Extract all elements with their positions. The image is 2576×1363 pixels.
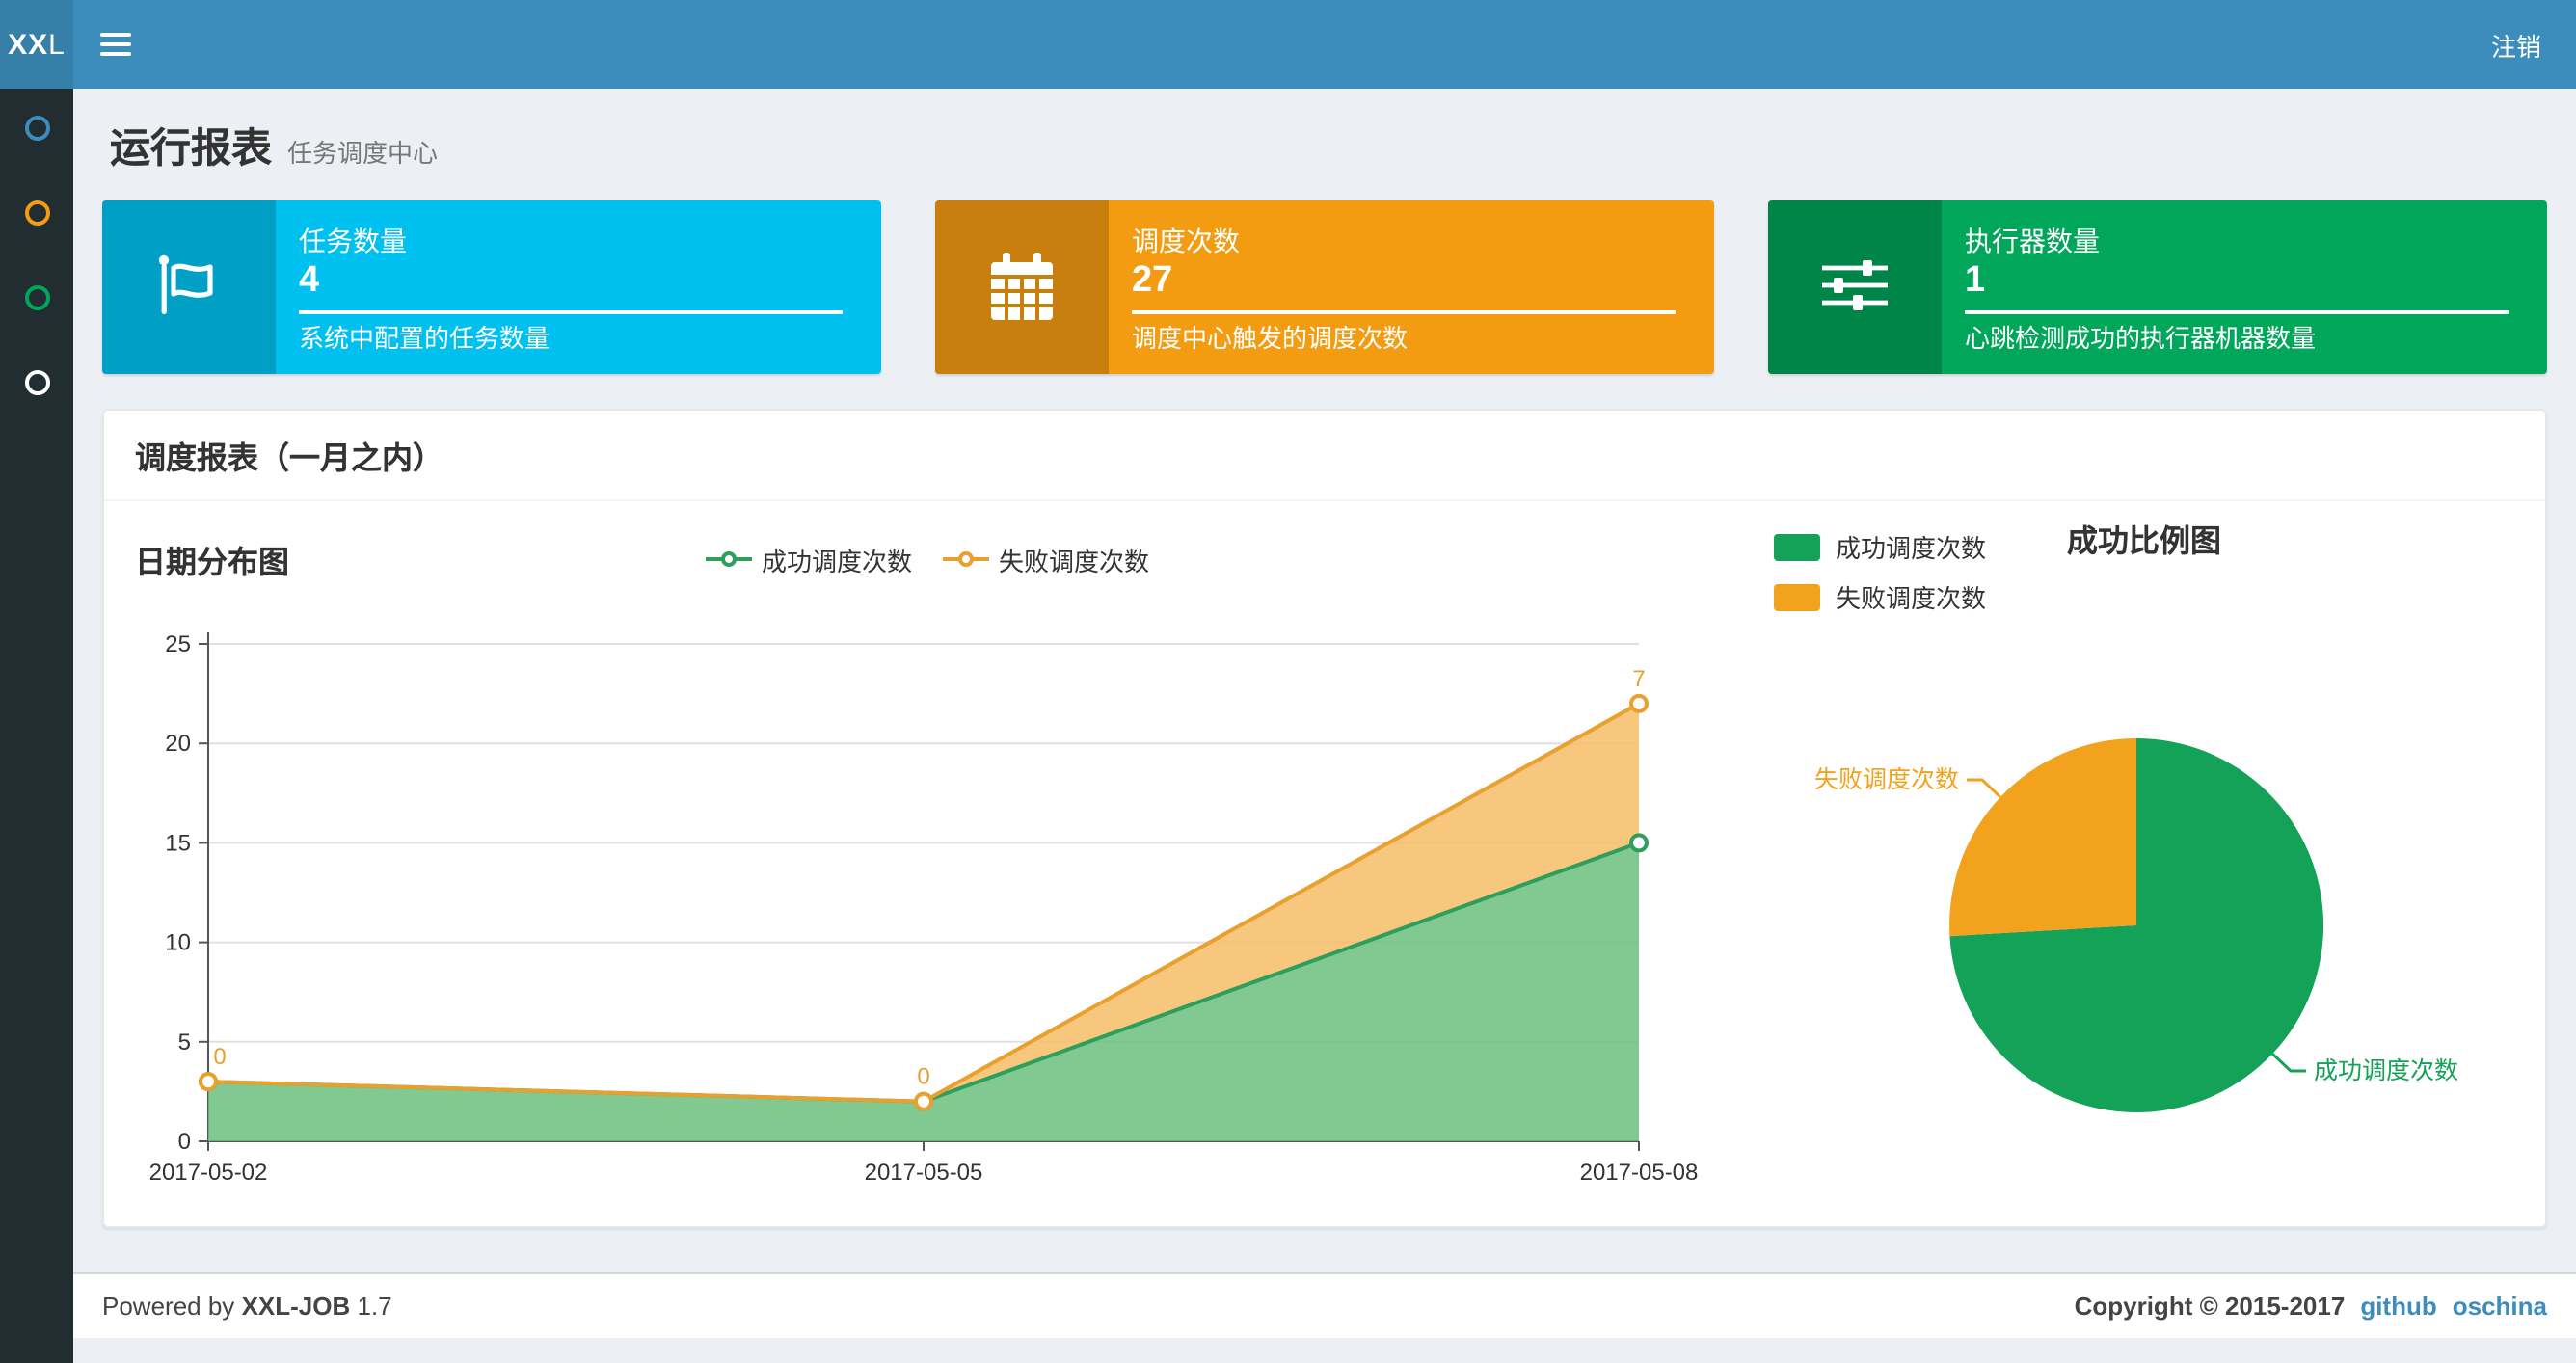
powered-by-text: Powered by XXL-JOB 1.7: [102, 1292, 392, 1321]
info-box-content: 调度次数 27 调度中心触发的调度次数: [1109, 200, 1714, 374]
date-distribution-chart[interactable]: 05101520252017-05-02 2017-05-05 2017-05-08…: [120, 594, 1720, 1191]
hamburger-icon: [100, 33, 131, 56]
info-box-content: 执行器数量 1 心跳检测成功的执行器机器数量: [1942, 200, 2547, 374]
legend-label: 失败调度次数: [1836, 584, 1987, 613]
info-box-content: 任务数量 4 系统中配置的任务数量: [276, 200, 881, 374]
pie-chart-title: 成功比例图: [2067, 526, 2222, 559]
svg-text:0: 0: [178, 1129, 191, 1155]
success-ratio-pie-chart[interactable]: 成功调度次数 失败调度次数: [1762, 601, 2514, 1122]
main-content: 运行报表 任务调度中心 任务数量 4 系统中配置的任务数量 调度次数 27 调度…: [73, 89, 2576, 1272]
info-box-value: 1: [1965, 259, 1986, 300]
sidebar-item-4-circle-icon[interactable]: [24, 370, 49, 395]
info-box-progress: [1965, 309, 2509, 313]
sidebar-toggle-button[interactable]: [73, 0, 158, 89]
footer-spacer: [73, 1338, 2576, 1363]
legend-label: 成功调度次数: [1836, 534, 1987, 563]
legend-label: 成功调度次数: [761, 547, 912, 575]
legend-item[interactable]: 失败调度次数: [1774, 578, 1986, 615]
svg-text:0: 0: [213, 1044, 226, 1070]
svg-text:25: 25: [165, 631, 191, 657]
sidebar-item-1-circle-icon[interactable]: [24, 116, 49, 141]
legend-label: 失败调度次数: [999, 547, 1150, 575]
panel-title: 调度报表（一月之内）: [104, 411, 2545, 501]
info-box-label: 任务数量: [299, 225, 407, 255]
svg-text:失败调度次数: 失败调度次数: [1814, 766, 1959, 793]
legend-line-marker-icon: [705, 551, 752, 567]
logo-bold-text: XX: [8, 28, 49, 61]
page-header: 运行报表 任务调度中心: [102, 108, 2547, 200]
svg-text:15: 15: [165, 830, 191, 856]
svg-text:10: 10: [165, 930, 191, 956]
legend-item[interactable]: 成功调度次数: [1774, 528, 1986, 565]
pie-chart-legend: 成功调度次数 失败调度次数: [1774, 528, 1986, 615]
sidebar: [0, 0, 73, 1363]
svg-text:成功调度次数: 成功调度次数: [2314, 1057, 2458, 1084]
legend-item[interactable]: 成功调度次数: [705, 541, 912, 577]
svg-text:2017-05-08: 2017-05-08: [1580, 1160, 1699, 1186]
info-box-description: 调度中心触发的调度次数: [1132, 323, 1409, 352]
line-chart-legend: 成功调度次数 失败调度次数: [120, 541, 1735, 577]
legend-line-marker-icon: [943, 551, 989, 567]
top-navbar: XX L 注销: [0, 0, 2576, 89]
info-box-value: 4: [299, 259, 320, 300]
github-link[interactable]: github: [2360, 1292, 2436, 1321]
info-box-progress: [1132, 309, 1676, 313]
report-panel: 调度报表（一月之内） 日期分布图 成功调度次数 失败调度次数 0 5 10 15 20 25…: [102, 409, 2547, 1228]
sidebar-item-2-circle-icon[interactable]: [24, 200, 49, 226]
svg-text:5: 5: [178, 1029, 191, 1056]
info-box-progress: [299, 309, 843, 313]
app-window: XX L 注销 运行报表 任务调度中心 任务数量 4 系统中配置的任务数量 调度…: [0, 0, 2576, 1363]
pie-chart-section: 成功调度次数 失败调度次数 成功比例图 成功调度次数 失败调度次数: [1735, 524, 2530, 1191]
info-box-description: 系统中配置的任务数量: [299, 323, 550, 352]
app-logo[interactable]: XX L: [0, 0, 73, 89]
copyright-text: Copyright © 2015-2017: [2074, 1292, 2346, 1321]
info-box-executors: 执行器数量 1 心跳检测成功的执行器机器数量: [1768, 200, 2547, 374]
info-box-triggers: 调度次数 27 调度中心触发的调度次数: [935, 200, 1714, 374]
info-box-jobs: 任务数量 4 系统中配置的任务数量: [102, 200, 881, 374]
info-box-label: 执行器数量: [1965, 225, 2100, 255]
flag-icon: [102, 200, 276, 374]
legend-swatch-icon: [1774, 583, 1820, 610]
info-box-description: 心跳检测成功的执行器机器数量: [1965, 323, 2317, 352]
info-box-label: 调度次数: [1132, 225, 1240, 255]
svg-text:2017-05-02: 2017-05-02: [149, 1160, 268, 1186]
logout-link[interactable]: 注销: [2456, 0, 2576, 89]
page-title: 运行报表: [110, 127, 272, 172]
oschina-link[interactable]: oschina: [2453, 1292, 2547, 1321]
svg-text:2017-05-05: 2017-05-05: [865, 1160, 983, 1186]
svg-text:20: 20: [165, 731, 191, 757]
panel-body: 日期分布图 成功调度次数 失败调度次数 0 5 10 15 20 25 2017-05-02 2…: [104, 501, 2545, 1226]
info-box-row: 任务数量 4 系统中配置的任务数量 调度次数 27 调度中心触发的调度次数 执行…: [102, 200, 2547, 374]
svg-text:0: 0: [917, 1064, 929, 1090]
legend-item[interactable]: 失败调度次数: [943, 541, 1149, 577]
footer: Powered by XXL-JOB 1.7 Copyright © 2015-…: [73, 1272, 2576, 1338]
sidebar-item-3-circle-icon[interactable]: [24, 285, 49, 310]
page-subtitle: 任务调度中心: [287, 139, 439, 168]
info-box-value: 27: [1132, 259, 1173, 300]
calendar-icon: [935, 200, 1109, 374]
logo-light-text: L: [48, 28, 66, 61]
sliders-icon: [1768, 200, 1942, 374]
legend-swatch-icon: [1774, 533, 1820, 560]
svg-text:7: 7: [1632, 666, 1645, 692]
line-chart-section: 日期分布图 成功调度次数 失败调度次数 0 5 10 15 20 25 2017-05-02 2…: [120, 524, 1735, 1191]
